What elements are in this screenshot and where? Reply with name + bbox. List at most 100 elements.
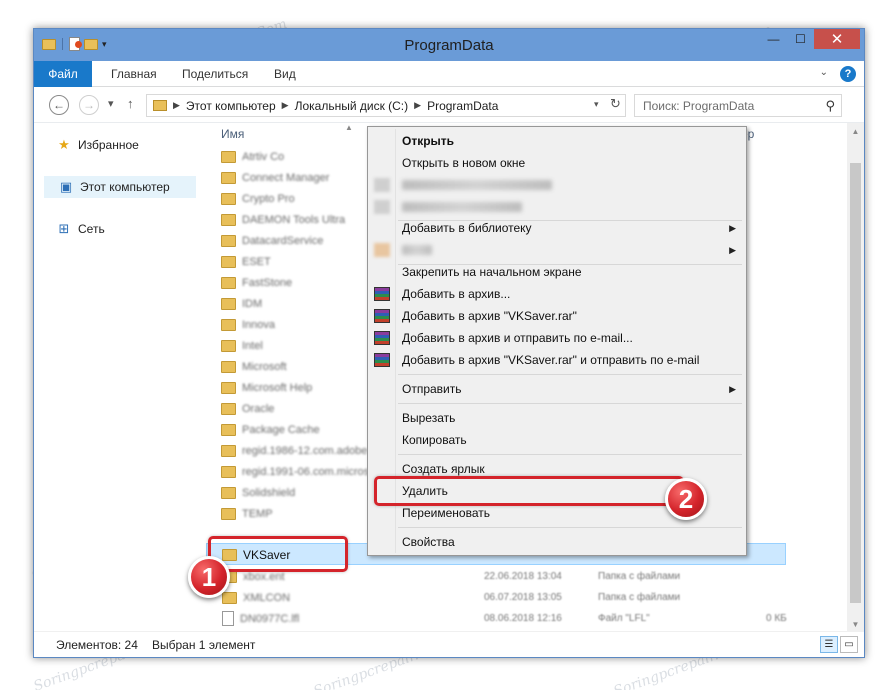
tab-share[interactable]: Поделиться xyxy=(182,61,248,87)
list-item[interactable]: ESET xyxy=(221,251,271,272)
nav-item-favorites[interactable]: ★ Избранное xyxy=(56,137,139,153)
chevron-right-icon[interactable]: ▶ xyxy=(282,100,289,111)
divider xyxy=(398,374,742,375)
computer-icon: ▣ xyxy=(59,179,73,194)
maximize-button[interactable]: ☐ xyxy=(787,29,814,49)
list-item[interactable]: Innova xyxy=(221,314,275,335)
file-name: regid.1986-12.com.adobe xyxy=(242,444,368,457)
breadcrumb[interactable]: ProgramData xyxy=(427,99,498,113)
chevron-down-icon[interactable]: ▾ xyxy=(594,99,599,110)
list-item[interactable]: regid.1991-06.com.microsoft xyxy=(221,461,381,482)
menu-item-send-to[interactable]: Отправить ▶ xyxy=(370,378,744,400)
list-item[interactable]: Crypto Pro xyxy=(221,188,295,209)
list-item[interactable]: Oracle xyxy=(221,398,274,419)
list-item[interactable]: Intel xyxy=(221,335,263,356)
menu-item-hidden[interactable] xyxy=(370,196,744,218)
back-button[interactable]: ← xyxy=(49,95,69,115)
tab-view[interactable]: Вид xyxy=(274,61,296,87)
list-item[interactable]: XMLCON xyxy=(222,587,290,608)
list-item[interactable]: Microsoft Help xyxy=(221,377,312,398)
expand-ribbon-icon[interactable]: ⌄ xyxy=(820,67,828,78)
blurred-text xyxy=(402,202,522,212)
list-item[interactable]: Microsoft xyxy=(221,356,287,377)
chevron-right-icon[interactable]: ▶ xyxy=(414,100,421,111)
folder-icon xyxy=(222,591,237,604)
forward-button[interactable]: → xyxy=(79,95,99,115)
menu-item-add-to-library[interactable]: Добавить в библиотеку ▶ xyxy=(370,217,744,239)
file-name: FastStone xyxy=(242,276,293,289)
menu-item-add-archive-named-email[interactable]: Добавить в архив "VKSaver.rar" и отправи… xyxy=(370,349,744,371)
file-date: 08.06.2018 12:16 xyxy=(484,613,562,624)
refresh-icon[interactable]: ↻ xyxy=(610,96,621,112)
step-badge-2: 2 xyxy=(665,478,707,520)
window-title: ProgramData xyxy=(404,37,494,54)
menu-item-open[interactable]: Открыть xyxy=(370,130,744,152)
menu-item-open-new-window[interactable]: Открыть в новом окне xyxy=(370,152,744,174)
column-header-name[interactable]: Имя xyxy=(221,127,244,141)
menu-item-properties[interactable]: Свойства xyxy=(370,531,744,553)
folder-icon xyxy=(221,423,236,436)
menu-item-add-archive-email[interactable]: Добавить в архив и отправить по e-mail..… xyxy=(370,327,744,349)
menu-item-hidden[interactable] xyxy=(370,174,744,196)
tab-home[interactable]: Главная xyxy=(111,61,157,87)
menu-item-add-archive[interactable]: Добавить в архив... xyxy=(370,283,744,305)
scroll-up-icon[interactable]: ▲ xyxy=(847,123,864,140)
list-item[interactable]: DAEMON Tools Ultra xyxy=(221,209,345,230)
address-bar[interactable]: ▶ Этот компьютер ▶ Локальный диск (C:) ▶… xyxy=(146,94,626,117)
chevron-right-icon[interactable]: ▶ xyxy=(173,100,180,111)
callout-selected-folder xyxy=(208,536,348,572)
file-date: 06.07.2018 13:05 xyxy=(484,592,562,603)
scrollbar-thumb[interactable] xyxy=(850,163,861,603)
list-item[interactable]: Solidshield xyxy=(221,482,295,503)
selection-status: Выбран 1 элемент xyxy=(152,638,256,652)
nav-item-label: Этот компьютер xyxy=(80,180,170,194)
menu-item-label: Добавить в архив "VKSaver.rar" и отправи… xyxy=(402,353,700,367)
file-name: DAEMON Tools Ultra xyxy=(242,213,346,226)
help-button[interactable]: ? xyxy=(840,66,856,82)
vertical-scrollbar[interactable]: ▲ ▼ xyxy=(847,123,864,633)
list-item[interactable]: FastStone xyxy=(221,272,292,293)
file-name: Package Cache xyxy=(242,423,320,436)
menu-item-pin-start[interactable]: Закрепить на начальном экране xyxy=(370,261,744,283)
list-item[interactable]: Package Cache xyxy=(221,419,320,440)
list-item[interactable]: Connect Manager xyxy=(221,167,329,188)
menu-item-add-archive-named[interactable]: Добавить в архив "VKSaver.rar" xyxy=(370,305,744,327)
menu-item-label: Добавить в архив... xyxy=(402,287,511,301)
details-view-icon[interactable]: ☰ xyxy=(820,636,838,653)
folder-icon xyxy=(221,297,236,310)
search-icon: ⚲ xyxy=(825,98,835,113)
up-button[interactable]: ↑ xyxy=(127,96,134,111)
divider xyxy=(398,454,742,455)
folder-icon xyxy=(221,381,236,394)
recent-locations-icon[interactable]: ▾ xyxy=(108,97,114,110)
minimize-button[interactable]: — xyxy=(760,29,787,49)
close-button[interactable]: ✕ xyxy=(814,29,860,49)
list-item[interactable]: regid.1986-12.com.adobe xyxy=(221,440,367,461)
file-name: Crypto Pro xyxy=(242,192,295,205)
breadcrumb[interactable]: Этот компьютер xyxy=(186,99,276,113)
list-item[interactable]: DN0977C.lfl xyxy=(222,608,299,629)
menu-item-copy[interactable]: Копировать xyxy=(370,429,744,451)
list-item[interactable]: TEMP xyxy=(221,503,273,524)
list-item[interactable]: DatacardService xyxy=(221,230,323,251)
menu-item-cut[interactable]: Вырезать xyxy=(370,407,744,429)
blurred-text xyxy=(402,180,552,190)
folder-icon xyxy=(221,213,236,226)
menu-item-label: Добавить в библиотеку xyxy=(402,221,532,235)
folder-icon xyxy=(221,255,236,268)
list-item[interactable]: IDM xyxy=(221,293,262,314)
nav-item-this-pc[interactable]: ▣ Этот компьютер xyxy=(44,176,196,198)
list-item[interactable]: Atrtiv Co xyxy=(221,146,284,167)
search-input[interactable]: Поиск: ProgramData ⚲ xyxy=(634,94,842,117)
star-icon: ★ xyxy=(58,137,70,152)
divider xyxy=(398,403,742,404)
ribbon-tabs: Файл Главная Поделиться Вид ⌄ ? xyxy=(34,61,864,87)
file-name: Intel xyxy=(242,339,263,352)
large-icons-view-icon[interactable]: ▭ xyxy=(840,636,858,653)
nav-item-network[interactable]: ⊞ Сеть xyxy=(56,221,105,237)
tab-file[interactable]: Файл xyxy=(34,61,92,87)
winrar-icon xyxy=(374,353,390,367)
breadcrumb[interactable]: Локальный диск (C:) xyxy=(295,99,409,113)
menu-item-hidden-submenu[interactable]: ▶ xyxy=(370,239,744,261)
winrar-icon xyxy=(374,287,390,301)
